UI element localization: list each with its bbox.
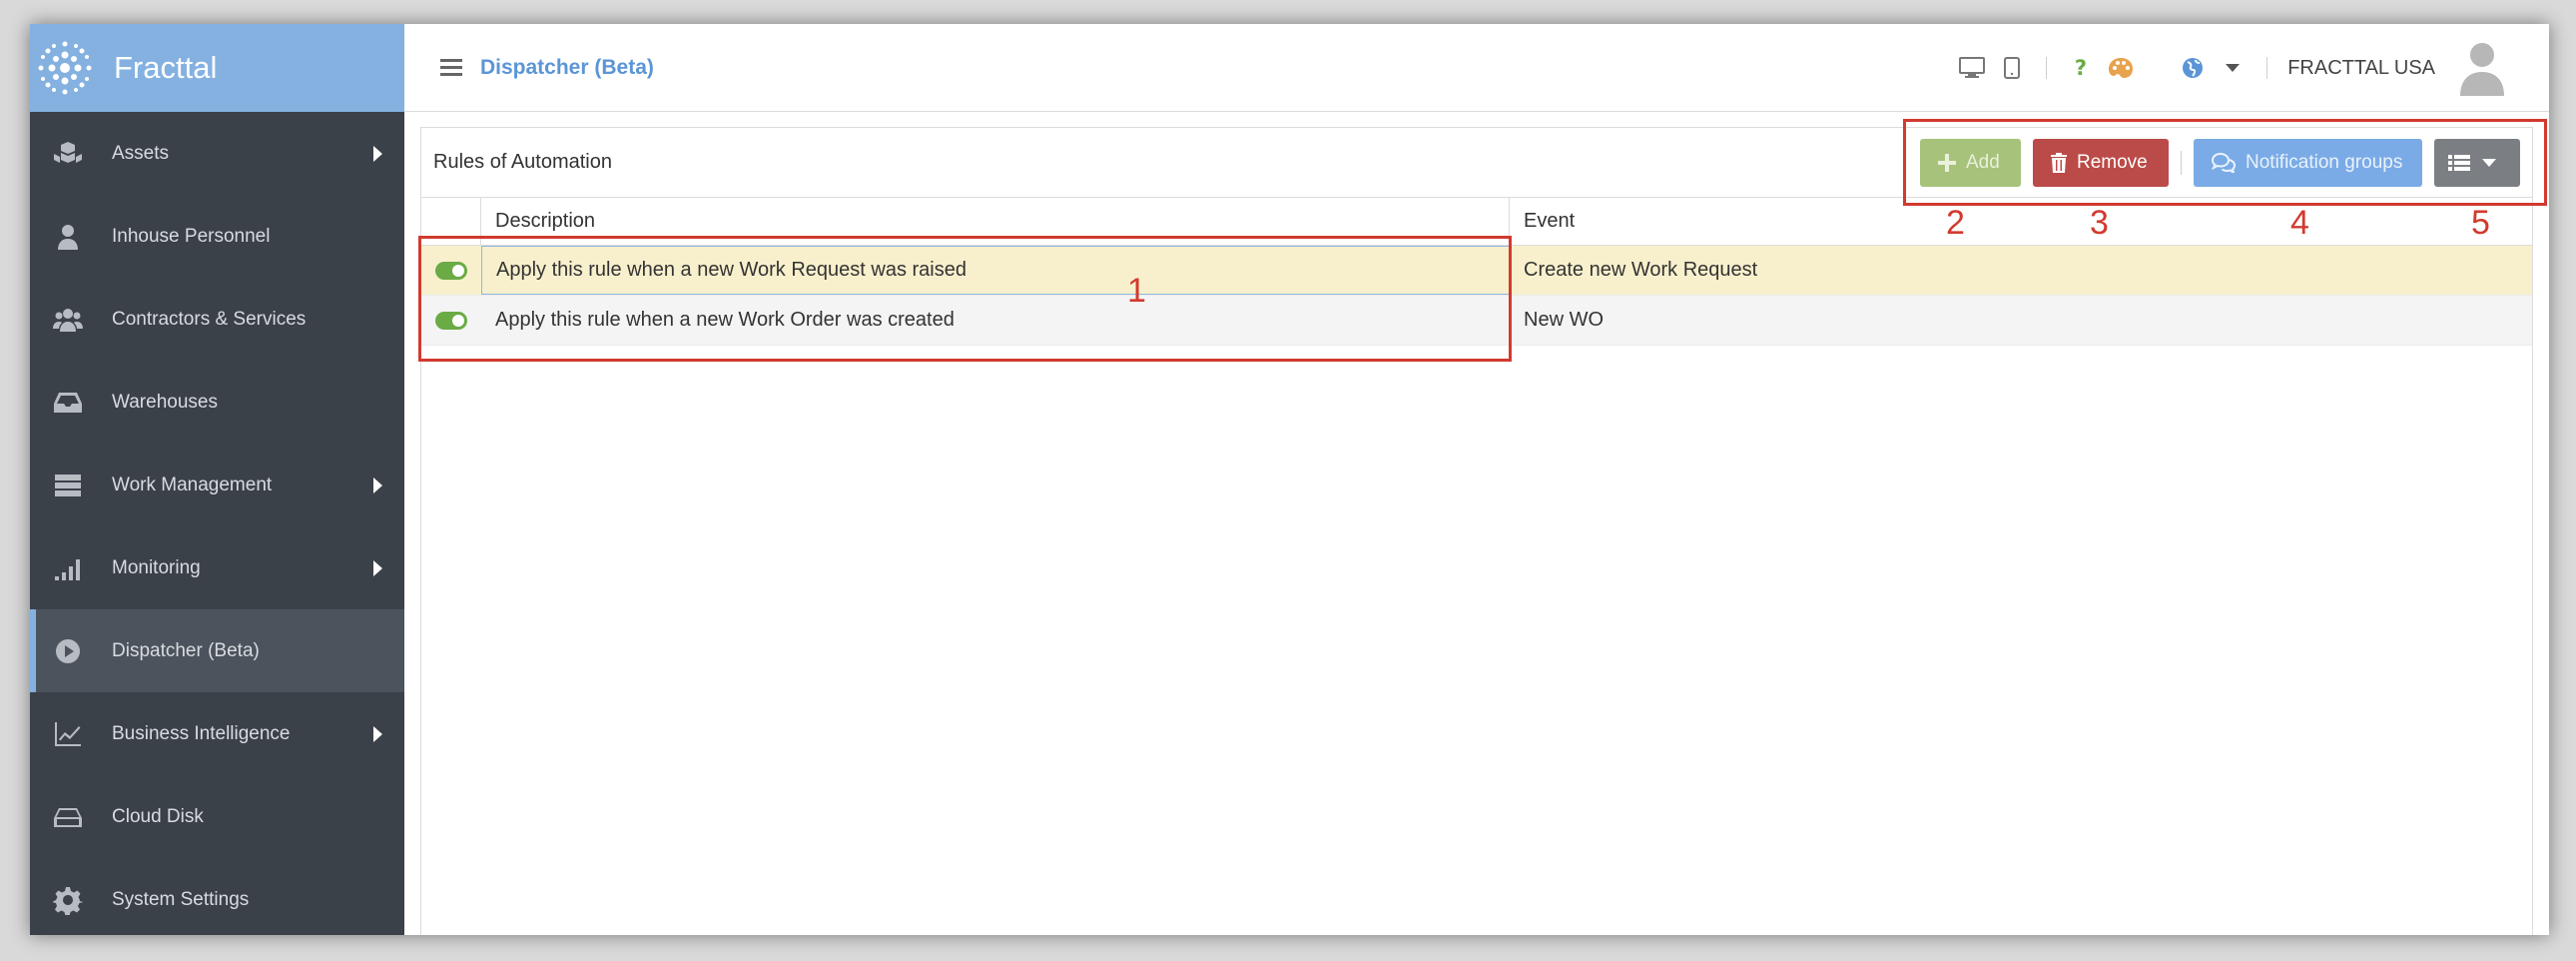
sidebar-item-label: Monitoring — [112, 556, 201, 578]
line-chart-icon — [48, 714, 88, 754]
comments-icon — [2212, 153, 2236, 173]
svg-text:?: ? — [2075, 57, 2087, 79]
cubes-icon — [48, 134, 88, 174]
caret-right-icon — [373, 560, 382, 576]
user-name[interactable]: FRACTTAL USA — [2287, 57, 2435, 80]
caret-right-icon — [373, 146, 382, 162]
annotation-number: 1 — [1127, 272, 1146, 310]
hdd-icon — [48, 797, 88, 837]
plus-icon — [1938, 154, 1956, 172]
trash-icon — [2051, 153, 2067, 173]
sidebar-item-dispatcher[interactable]: Dispatcher (Beta) — [30, 609, 404, 692]
add-button[interactable]: Add — [1920, 139, 2021, 187]
column-header-description[interactable]: Description — [481, 198, 1510, 245]
caret-right-icon — [373, 726, 382, 742]
sidebar-item-label: Contractors & Services — [112, 308, 307, 330]
top-bar: Dispatcher (Beta) ? FRACTTAL USA — [404, 24, 2549, 112]
rules-panel: Rules of Automation Add Remove Notificat… — [420, 127, 2533, 935]
sidebar-item-label: Work Management — [112, 474, 273, 495]
sidebar-item-label: Cloud Disk — [112, 805, 204, 827]
sidebar-item-label: Business Intelligence — [112, 722, 291, 744]
brand[interactable]: Fracttal — [30, 24, 404, 112]
sidebar-item-warehouses[interactable]: Warehouses — [30, 361, 404, 444]
sidebar-item-work-management[interactable]: Work Management — [30, 444, 404, 526]
table-row[interactable]: Apply this rule when a new Work Request … — [421, 246, 2532, 296]
app-window: Fracttal Assets Inhouse Personnel Contra… — [30, 24, 2549, 935]
sidebar-item-assets[interactable]: Assets — [30, 112, 404, 195]
toggle-cell — [421, 261, 481, 280]
rule-event[interactable]: Create new Work Request — [1510, 259, 2532, 282]
play-circle-icon — [48, 631, 88, 671]
add-button-label: Add — [1966, 152, 2000, 173]
server-icon — [48, 466, 88, 505]
list-icon — [2448, 155, 2470, 171]
divider — [2155, 57, 2159, 79]
tablet-icon[interactable] — [1992, 48, 2032, 88]
grid-header: Description Event — [421, 198, 2532, 246]
gear-icon — [48, 880, 88, 920]
column-header-toggle — [421, 198, 481, 245]
caret-right-icon — [373, 478, 382, 493]
person-icon — [48, 217, 88, 257]
sidebar-item-contractors[interactable]: Contractors & Services — [30, 278, 404, 361]
avatar[interactable] — [2457, 40, 2507, 96]
sidebar-item-business-intelligence[interactable]: Business Intelligence — [30, 692, 404, 775]
annotation-number: 4 — [2290, 204, 2309, 242]
inbox-icon — [48, 383, 88, 423]
divider — [2181, 151, 2182, 175]
column-header-event[interactable]: Event — [1510, 198, 2532, 245]
desktop-icon[interactable] — [1952, 48, 1992, 88]
brand-name: Fracttal — [114, 50, 218, 85]
annotation-number: 5 — [2471, 204, 2490, 242]
sidebar-item-label: Inhouse Personnel — [112, 225, 271, 247]
rule-event[interactable]: New WO — [1510, 309, 2532, 332]
enabled-toggle[interactable] — [435, 311, 467, 330]
globe-icon[interactable] — [2173, 48, 2213, 88]
top-right-controls: ? FRACTTAL USA — [1952, 24, 2549, 112]
users-icon — [48, 300, 88, 340]
annotation-number: 3 — [2090, 204, 2109, 242]
panel-title: Rules of Automation — [433, 151, 612, 173]
sidebar-item-inhouse-personnel[interactable]: Inhouse Personnel — [30, 195, 404, 278]
caret-down-icon — [2482, 158, 2496, 167]
sidebar-item-label: System Settings — [112, 888, 250, 910]
sidebar-item-system-settings[interactable]: System Settings — [30, 858, 404, 935]
sidebar-item-cloud-disk[interactable]: Cloud Disk — [30, 775, 404, 858]
hamburger-menu-icon[interactable] — [440, 55, 462, 80]
caret-down-icon[interactable] — [2213, 48, 2253, 88]
sidebar-item-label: Assets — [112, 142, 170, 164]
sidebar-item-monitoring[interactable]: Monitoring — [30, 526, 404, 609]
notification-groups-button[interactable]: Notification groups — [2194, 139, 2422, 187]
remove-button-label: Remove — [2077, 152, 2148, 173]
sidebar-item-label: Warehouses — [112, 391, 218, 413]
rule-description[interactable]: Apply this rule when a new Work Request … — [481, 246, 1510, 295]
notification-groups-label: Notification groups — [2246, 152, 2403, 173]
fracttal-logo-icon — [38, 41, 92, 95]
signal-icon — [48, 548, 88, 588]
divider — [2046, 57, 2048, 79]
table-row[interactable]: Apply this rule when a new Work Order wa… — [421, 296, 2532, 346]
enabled-toggle[interactable] — [435, 261, 467, 280]
rule-description[interactable]: Apply this rule when a new Work Order wa… — [481, 296, 1510, 345]
sidebar: Fracttal Assets Inhouse Personnel Contra… — [30, 24, 404, 935]
annotation-number: 2 — [1946, 204, 1965, 242]
toolbar: Add Remove Notification groups — [1920, 139, 2520, 187]
toggle-cell — [421, 311, 481, 330]
view-options-dropdown[interactable] — [2434, 139, 2520, 187]
help-icon[interactable]: ? — [2061, 48, 2101, 88]
sidebar-item-label: Dispatcher (Beta) — [112, 639, 260, 661]
page-title: Dispatcher (Beta) — [480, 55, 654, 79]
divider — [2266, 57, 2268, 79]
panel-header: Rules of Automation Add Remove Notificat… — [421, 128, 2532, 198]
remove-button[interactable]: Remove — [2033, 139, 2169, 187]
palette-icon[interactable] — [2101, 48, 2141, 88]
